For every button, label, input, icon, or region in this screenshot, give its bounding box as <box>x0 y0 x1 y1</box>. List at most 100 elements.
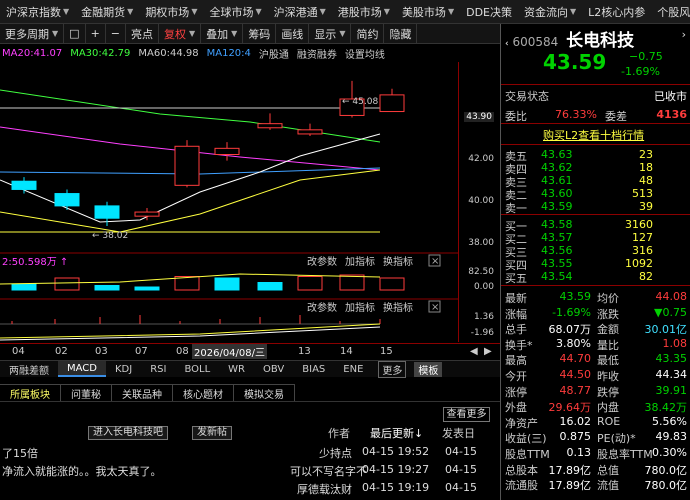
toolbar-item-7[interactable]: 筹码 <box>243 24 277 43</box>
market-tab-6[interactable]: 美股市场 ▼ <box>396 4 460 20</box>
macd-pane-button-1[interactable]: 加指标 <box>345 301 375 314</box>
view-more-button[interactable]: 查看更多 <box>443 407 490 422</box>
ask-volume: 39 <box>639 200 653 213</box>
more-indicators-button[interactable]: 更多 <box>378 360 407 378</box>
toolbar-item-4[interactable]: 亮点 <box>126 24 159 43</box>
indicator-tab-boll[interactable]: BOLL <box>175 361 219 377</box>
toolbar-item-9[interactable]: 显示 ▼ <box>309 24 352 43</box>
market-tab-7[interactable]: DDE决策 <box>460 4 518 20</box>
macd-pane-button-2[interactable]: 换指标 <box>383 301 413 314</box>
stat-value: 17.89亿 <box>548 463 592 477</box>
trading-status-row: 交易状态 已收市 <box>501 88 690 103</box>
bid-volume: 3160 <box>625 218 653 231</box>
scroll-left-icon[interactable]: ◀ <box>470 346 478 357</box>
toolbar-item-3[interactable]: − <box>106 24 126 43</box>
kline-chart[interactable]: ← 45.08← 38.022:50.598万 ↑ 改参数 加指标 换指标 ×改参数 加指… <box>0 62 500 342</box>
ma-legend-item[interactable]: 设置均线 <box>345 46 385 61</box>
date-tick: 03 <box>95 346 108 357</box>
vol-pane-button-2[interactable]: 换指标 <box>383 255 413 268</box>
indicator-tab-bias[interactable]: BIAS <box>293 361 334 377</box>
toolbar-item-8[interactable]: 画线 <box>276 24 310 43</box>
post-author[interactable]: 厚德载汰财 <box>290 481 352 497</box>
volume-bar <box>257 282 283 291</box>
post-author[interactable]: 少持点 <box>290 445 352 461</box>
stat-row: 总股本 17.89亿 总值 780.0亿 <box>501 462 690 477</box>
date-tick: 04 <box>12 346 25 357</box>
toolbar-item-6[interactable]: 叠加 ▼ <box>201 24 244 43</box>
candle-body[interactable] <box>54 193 80 207</box>
ask-price: 43.59 <box>541 200 573 213</box>
stat-value: 0.875 <box>559 430 592 444</box>
vol-pane-button-0[interactable]: 改参数 <box>307 255 337 268</box>
candle-body[interactable] <box>134 211 160 217</box>
indicator-tab-wr[interactable]: WR <box>219 361 254 377</box>
info-tab-3[interactable]: 核心题材 <box>172 384 234 401</box>
indicator-tab-两融差额[interactable]: 两融差额 <box>0 361 58 377</box>
indicator-tab-rsi[interactable]: RSI <box>141 361 175 377</box>
ma-legend-item[interactable]: 沪股通 <box>259 46 289 61</box>
post-author[interactable]: 可以不写名字不 <box>290 463 367 479</box>
forum-post-row[interactable]: 厚德载汰财 04-15 19:19 04-15 <box>0 481 500 498</box>
toolbar-item-5[interactable]: 复权 ▼ <box>159 24 202 43</box>
new-post-button[interactable]: 发新帖 <box>192 426 232 440</box>
market-tab-5[interactable]: 港股市场 ▼ <box>332 4 396 20</box>
market-tab-10[interactable]: 个股风 <box>651 4 690 20</box>
stat-label: 涨停 <box>505 385 527 399</box>
ask-row: 卖二 43.60 513 <box>501 187 690 202</box>
candle-body[interactable] <box>214 147 240 156</box>
buy-l2-link[interactable]: 购买L2查看十档行情 <box>543 127 644 143</box>
caret-down-icon: ▼ <box>339 29 346 38</box>
price-axis-label: 43.90 <box>464 112 494 122</box>
toolbar-item-0[interactable]: 更多周期 ▼ <box>0 24 65 43</box>
next-stock-icon[interactable]: › <box>682 28 686 41</box>
stat-label: 总手 <box>505 323 527 337</box>
candle-body[interactable] <box>379 94 405 113</box>
stat-value: 44.34 <box>655 368 688 381</box>
close-icon[interactable]: × <box>431 256 439 267</box>
info-tab-2[interactable]: 关联品种 <box>111 384 173 401</box>
ma-legend-item[interactable]: 融资融券 <box>297 46 337 61</box>
market-tab-0[interactable]: 沪深京指数 ▼ <box>0 4 75 20</box>
post-time-column-header[interactable]: 发表日 <box>442 425 475 441</box>
bid-volume: 82 <box>639 270 653 283</box>
indicator-tab-macd[interactable]: MACD <box>58 361 106 377</box>
stat-value: -1.69% <box>552 305 591 319</box>
market-tab-2[interactable]: 期权市场 ▼ <box>139 4 203 20</box>
vol-pane-button-1[interactable]: 加指标 <box>345 255 375 268</box>
author-column-header[interactable]: 作者 <box>328 425 350 441</box>
forum-post-row[interactable]: 了15倍 少持点 04-15 19:52 04-15 <box>0 445 500 462</box>
post-title[interactable]: 了15倍 <box>2 445 38 461</box>
prev-stock-icon[interactable]: ‹ <box>505 39 509 49</box>
toolbar-item-10[interactable]: 简约 <box>351 24 385 43</box>
last-update-column-header[interactable]: 最后更新↓ <box>370 425 423 441</box>
market-tab-1[interactable]: 金融期货 ▼ <box>75 4 139 20</box>
market-tab-8[interactable]: 资金流向 ▼ <box>518 4 582 20</box>
forum-post-row[interactable]: 净流入就能涨的。。我太天真了。 可以不写名字不 04-15 19:27 04-15 <box>0 463 500 480</box>
toolbar-item-2[interactable]: + <box>86 24 106 43</box>
candle-body[interactable] <box>257 123 283 129</box>
info-tab-1[interactable]: 问董秘 <box>60 384 112 401</box>
candle-body[interactable] <box>297 129 323 135</box>
indicator-tab-ene[interactable]: ENE <box>334 361 372 377</box>
forum-header: 进入长电科技吧 发新帖 作者 最后更新↓ 发表日 <box>0 425 500 441</box>
info-tab-0[interactable]: 所属板块 <box>0 384 61 401</box>
template-button[interactable]: 模板 <box>414 361 443 377</box>
scroll-right-icon[interactable]: ▶ <box>484 346 492 357</box>
market-tab-9[interactable]: L2核心内参 <box>582 4 651 20</box>
candle-body[interactable] <box>174 145 200 186</box>
indicator-tab-kdj[interactable]: KDJ <box>106 361 141 377</box>
candle-body[interactable] <box>94 205 120 219</box>
stat-row: 换手* 3.80% 量比 1.08 <box>501 337 690 352</box>
post-title[interactable]: 净流入就能涨的。。我太天真了。 <box>2 463 162 479</box>
toolbar-item-1[interactable]: □ <box>64 24 86 43</box>
market-tab-3[interactable]: 全球市场 ▼ <box>203 4 267 20</box>
candle-body[interactable] <box>11 180 37 190</box>
close-icon[interactable]: × <box>431 302 439 313</box>
indicator-tab-obv[interactable]: OBV <box>254 361 293 377</box>
ma-legend-item: MA20:41.07 <box>2 47 63 59</box>
macd-pane-button-0[interactable]: 改参数 <box>307 301 337 314</box>
market-tab-4[interactable]: 沪深港通 ▼ <box>268 4 332 20</box>
enter-forum-button[interactable]: 进入长电科技吧 <box>88 426 168 440</box>
info-tab-4[interactable]: 模拟交易 <box>233 384 295 401</box>
toolbar-item-11[interactable]: 隐藏 <box>384 24 418 43</box>
